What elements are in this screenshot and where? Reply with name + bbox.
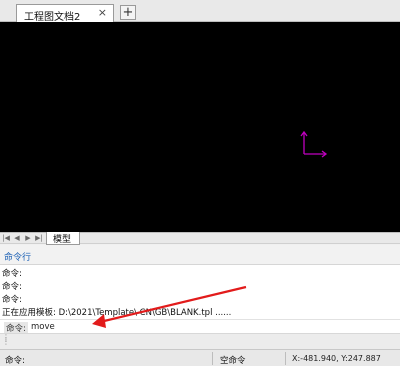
close-icon[interactable]: × — [98, 7, 107, 19]
tab-model-label: 模型 — [53, 235, 72, 245]
status-coordinates: X:-481.940, Y:247.887 — [292, 354, 381, 363]
status-command-label: 命令: — [5, 356, 25, 366]
prev-layout-icon[interactable]: ◀ — [12, 234, 22, 242]
last-layout-icon[interactable]: ▶| — [34, 234, 44, 242]
command-history[interactable]: 命令: 命令: 命令: 正在应用模板: D:\2021\Template\ CN… — [0, 265, 400, 319]
history-line: 命令: — [2, 282, 22, 292]
next-layout-icon[interactable]: ▶ — [23, 234, 33, 242]
tab-model[interactable]: 模型 — [46, 232, 80, 245]
add-tab-button[interactable]: + — [120, 5, 136, 20]
ucs-axis-icon — [300, 130, 328, 158]
document-tab[interactable]: 工程图文档2 × — [16, 4, 114, 23]
command-panel-header: 命令行 — [0, 245, 400, 265]
document-tab-label: 工程图文档2 — [24, 12, 81, 23]
document-tab-bar: 工程图文档2 × + — [0, 0, 400, 23]
command-input[interactable] — [29, 321, 329, 333]
first-layout-icon[interactable]: |◀ — [1, 234, 11, 242]
history-line: 命令: — [2, 269, 22, 279]
status-divider — [285, 352, 286, 365]
history-line: 命令: — [2, 295, 22, 305]
history-line: 正在应用模板: D:\2021\Template\ CN\GB\BLANK.tp… — [2, 308, 232, 318]
grip-icon: ⋮ ⋮ — [2, 333, 10, 346]
status-state-text: 空命令 — [220, 356, 246, 366]
command-panel-title: 命令行 — [4, 253, 32, 263]
drawing-canvas[interactable] — [0, 22, 400, 232]
status-bar: 命令: 空命令 X:-481.940, Y:247.887 — [0, 349, 400, 366]
command-prompt-label: 命令: — [4, 322, 28, 334]
command-input-row: 命令: — [0, 319, 400, 334]
layout-tab-bar: |◀ ◀ ▶ ▶| 模型 — [0, 232, 400, 245]
status-divider — [212, 352, 213, 365]
panel-resize-grip[interactable]: ⋮ ⋮ — [0, 333, 400, 349]
